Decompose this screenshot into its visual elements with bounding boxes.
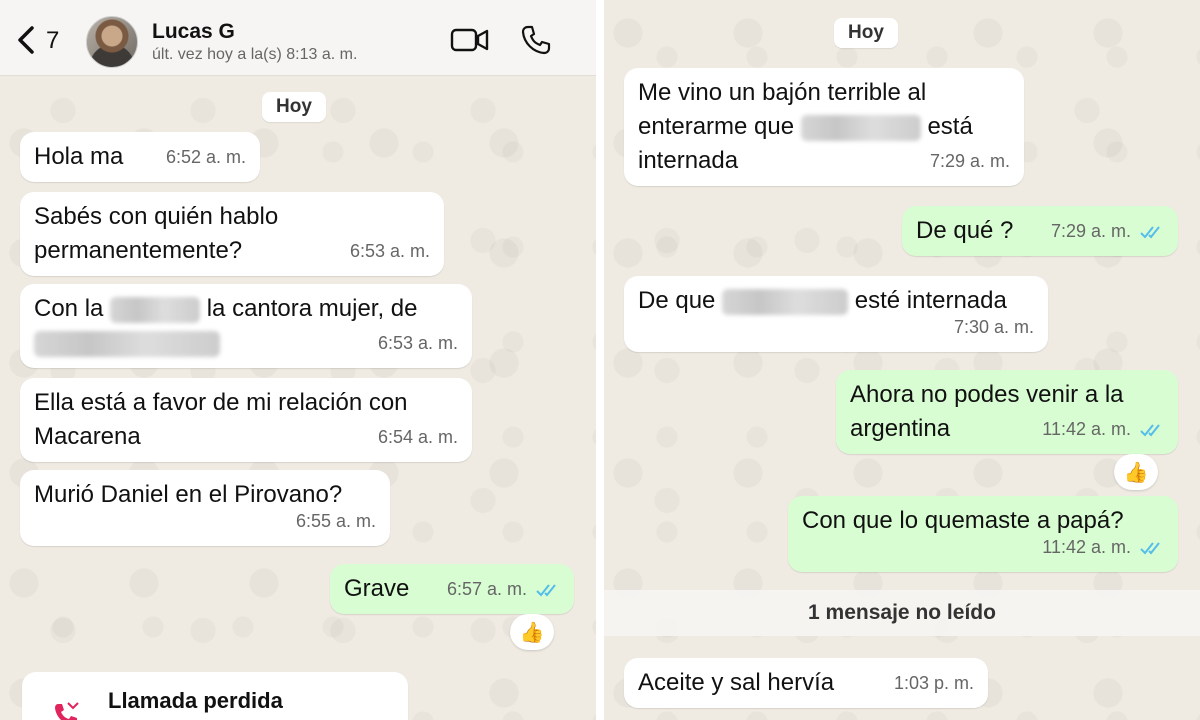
message-incoming[interactable]: Hola ma 6:52 a. m. <box>20 132 260 182</box>
unread-messages-separator: 1 mensaje no leído <box>604 590 1200 636</box>
message-time: 6:57 a. m. <box>446 579 527 599</box>
message-time: 7:29 a. m. <box>1050 221 1131 241</box>
redacted-name <box>722 288 849 315</box>
message-text-fragment: De que <box>638 287 716 314</box>
message-meta: 7:29 a. m. <box>1051 214 1164 248</box>
message-outgoing[interactable]: Con que lo quemaste a papá? 11:42 a. m. <box>788 496 1178 572</box>
message-outgoing[interactable]: De qué ? 7:29 a. m. <box>902 206 1178 256</box>
voice-call-icon[interactable] <box>520 24 552 56</box>
message-text-fragment: enterarme que <box>638 113 795 140</box>
read-ticks-icon <box>1140 542 1160 555</box>
redacted-text <box>34 330 220 357</box>
message-outgoing[interactable]: Grave 6:57 a. m. <box>330 564 574 614</box>
message-text-fragment: la cantora mujer, de <box>206 295 418 322</box>
message-text-fragment: Con la <box>34 295 104 322</box>
missed-call-card[interactable]: Llamada perdida <box>22 672 408 720</box>
read-ticks-icon <box>536 584 556 597</box>
message-incoming[interactable]: Sabés con quién hablo permanentemente? 6… <box>20 192 444 276</box>
missed-call-icon <box>55 702 79 720</box>
reaction-badge[interactable]: 👍 <box>1114 454 1158 490</box>
message-meta: 11:42 a. m. <box>1042 530 1164 564</box>
redacted-name <box>110 296 201 323</box>
message-time: 1:03 p. m. <box>893 673 974 693</box>
message-incoming[interactable]: Aceite y sal hervía 1:03 p. m. <box>624 658 988 708</box>
last-seen-status: últ. vez hoy a la(s) 8:13 a. m. <box>152 46 358 63</box>
message-time: 6:54 a. m. <box>377 427 458 447</box>
message-incoming[interactable]: De que esté internada 7:30 a. m. <box>624 276 1048 352</box>
message-time: 7:29 a. m. <box>929 151 1010 171</box>
message-outgoing[interactable]: Ahora no podes venir a la argentina 11:4… <box>836 370 1178 454</box>
redacted-name <box>800 114 921 141</box>
read-ticks-icon <box>1140 226 1160 239</box>
message-text-line: Con la la cantora mujer, de <box>34 292 458 326</box>
message-time: 11:42 a. m. <box>1042 419 1131 439</box>
message-incoming[interactable]: Me vino un bajón terrible al enterarme q… <box>624 68 1024 186</box>
message-incoming[interactable]: Ella está a favor de mi relación con Mac… <box>20 378 472 462</box>
message-time: 6:53 a. m. <box>377 333 458 353</box>
chat-panel-right: Hoy Me vino un bajón terrible al enterar… <box>604 0 1200 720</box>
chat-header: 7 Lucas G últ. vez hoy a la(s) 8:13 a. m… <box>0 0 596 76</box>
message-time: 6:52 a. m. <box>165 147 246 167</box>
video-call-icon[interactable] <box>450 26 490 54</box>
message-text: Sabés con quién hablo permanentemente? <box>34 203 279 264</box>
day-separator: Hoy <box>262 92 326 122</box>
read-ticks-icon <box>1140 424 1160 437</box>
missed-call-label: Llamada perdida <box>108 688 283 713</box>
message-time: 6:53 a. m. <box>349 241 430 261</box>
chat-panel-left: 7 Lucas G últ. vez hoy a la(s) 8:13 a. m… <box>0 0 596 720</box>
message-text-line: enterarme que está <box>638 110 1010 144</box>
message-text-fragment: está <box>927 113 973 140</box>
reaction-badge[interactable]: 👍 <box>510 614 554 650</box>
message-incoming[interactable]: Con la la cantora mujer, de 6:53 a. m. <box>20 284 472 368</box>
message-time: 6:55 a. m. <box>295 511 376 531</box>
message-meta: 6:57 a. m. <box>447 572 560 606</box>
day-separator: Hoy <box>834 18 898 48</box>
contact-name[interactable]: Lucas G <box>152 20 235 44</box>
message-incoming[interactable]: Murió Daniel en el Pirovano? 6:55 a. m. <box>20 470 390 546</box>
avatar[interactable] <box>86 16 138 68</box>
thumbs-up-icon: 👍 <box>519 621 545 644</box>
message-text-line: Me vino un bajón terrible al <box>638 79 927 106</box>
back-chevron-icon[interactable] <box>12 22 40 58</box>
message-time: 7:30 a. m. <box>953 317 1034 337</box>
thumbs-up-icon: 👍 <box>1123 461 1149 484</box>
message-time: 11:42 a. m. <box>1042 537 1131 557</box>
unread-chats-count[interactable]: 7 <box>46 27 59 55</box>
message-meta: 11:42 a. m. <box>1042 412 1164 446</box>
